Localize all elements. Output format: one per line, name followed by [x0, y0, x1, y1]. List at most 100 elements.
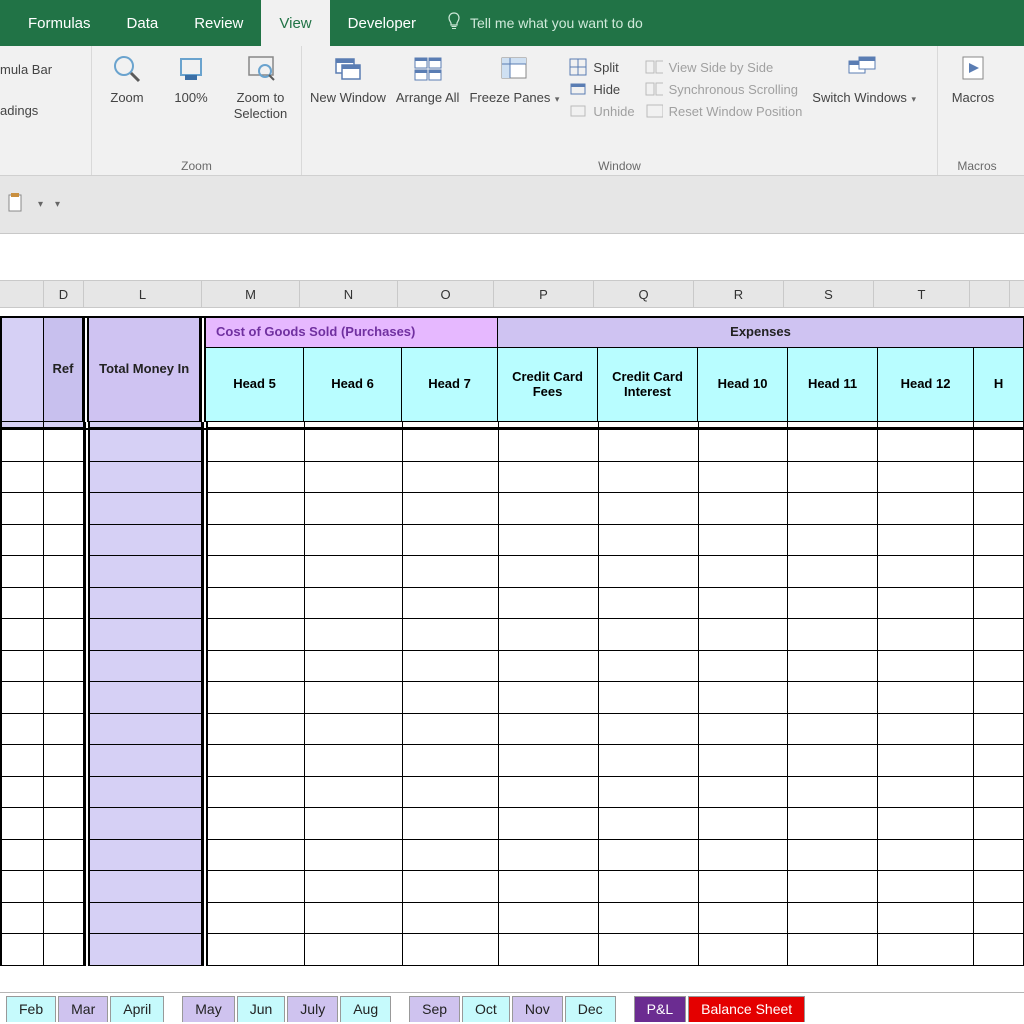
table-row[interactable] [0, 588, 1024, 620]
column-headers[interactable]: DLMNOPQRST [0, 280, 1024, 308]
chevron-down-icon: ▾ [909, 94, 916, 104]
hide-button[interactable]: Hide [569, 80, 634, 98]
sheet-tab[interactable]: Sep [409, 996, 460, 1022]
table-row[interactable] [0, 745, 1024, 777]
unhide-button: Unhide [569, 102, 634, 120]
split-button[interactable]: Split [569, 58, 634, 76]
column-header[interactable] [970, 281, 1010, 307]
formula-bar-checkbox[interactable]: mula Bar [0, 62, 52, 77]
macros-button[interactable]: Macros [946, 52, 1000, 106]
ribbon: mula Bar adings Zoom 100% [0, 46, 1024, 176]
tab-data[interactable]: Data [109, 0, 177, 46]
table-row[interactable] [0, 525, 1024, 557]
tell-me-search[interactable]: Tell me what you want to do [434, 12, 643, 35]
table-row[interactable] [0, 619, 1024, 651]
table-row[interactable] [0, 808, 1024, 840]
zoom-100-button[interactable]: 100% [164, 52, 218, 106]
column-header[interactable]: L [84, 281, 202, 307]
macros-icon [956, 52, 990, 86]
table-row[interactable] [0, 462, 1024, 494]
side-by-side-icon [645, 58, 663, 76]
sheet-tab[interactable]: Mar [58, 996, 108, 1022]
table-row[interactable] [0, 430, 1024, 462]
expense-column-header: Credit Card Interest [598, 348, 698, 422]
zoom-selection-label: Zoom to Selection [228, 90, 293, 121]
sheet-tab[interactable]: July [287, 996, 338, 1022]
chevron-down-icon[interactable]: ▾ [38, 199, 43, 210]
table-row[interactable] [0, 556, 1024, 588]
sheet-tabs[interactable]: FebMarApril MayJunJulyAug SepOctNovDec P&LB… [0, 992, 1024, 1024]
table-row[interactable] [0, 840, 1024, 872]
expense-column-header: H [974, 348, 1024, 422]
group-show: mula Bar adings [0, 46, 92, 175]
total-money-in-header: Total Money In [89, 318, 200, 422]
column-header[interactable]: M [202, 281, 300, 307]
table-row[interactable] [0, 903, 1024, 935]
group-window: New Window Arrange All Freeze Panes ▾ Sp… [302, 46, 938, 175]
sheet-tab[interactable]: Feb [6, 996, 56, 1022]
unhide-icon [569, 102, 587, 120]
tab-review[interactable]: Review [176, 0, 261, 46]
table-header-row-1: Ref Total Money In Cost of Goods Sold (P… [0, 316, 1024, 422]
column-header[interactable]: R [694, 281, 784, 307]
expenses-header: Expenses [498, 318, 1024, 348]
table-row[interactable] [0, 651, 1024, 683]
view-side-by-side-button: View Side by Side [645, 58, 803, 76]
sheet-tab[interactable]: May [182, 996, 234, 1022]
switch-windows-button[interactable]: Switch Windows ▾ [812, 52, 916, 106]
reset-pos-icon [645, 102, 663, 120]
spreadsheet-area[interactable]: DLMNOPQRST Ref Total Money In Cost of Go… [0, 234, 1024, 1024]
freeze-panes-button[interactable]: Freeze Panes ▾ [469, 52, 559, 106]
table-row[interactable] [0, 934, 1024, 966]
sheet-tab[interactable]: Aug [340, 996, 391, 1022]
column-header[interactable] [0, 281, 44, 307]
macros-label: Macros [952, 90, 995, 106]
sheet-tab[interactable]: Jun [237, 996, 286, 1022]
new-window-button[interactable]: New Window [310, 52, 386, 106]
table-row[interactable] [0, 871, 1024, 903]
quick-access-strip: ▾ ▾ [0, 176, 1024, 234]
zoom-icon [110, 52, 144, 86]
hide-icon [569, 80, 587, 98]
expense-column-header: Head 12 [878, 348, 974, 422]
sheet-tab[interactable]: Dec [565, 996, 616, 1022]
sheet-tab[interactable]: April [110, 996, 164, 1022]
qat-customize-icon[interactable]: ▾ [55, 199, 60, 210]
group-macros: Macros Macros [938, 46, 1016, 175]
column-header[interactable]: O [398, 281, 494, 307]
sheet-tab[interactable]: Oct [462, 996, 510, 1022]
cogs-column-header: Head 5 [206, 348, 304, 422]
zoom-button[interactable]: Zoom [100, 52, 154, 106]
freeze-panes-label: Freeze Panes ▾ [469, 90, 559, 106]
table-row[interactable] [0, 777, 1024, 809]
arrange-all-label: Arrange All [396, 90, 460, 106]
column-header[interactable]: P [494, 281, 594, 307]
column-header[interactable]: D [44, 281, 84, 307]
column-header[interactable]: T [874, 281, 970, 307]
table-row[interactable] [0, 493, 1024, 525]
headings-checkbox[interactable]: adings [0, 103, 38, 118]
zoom-100-icon [174, 52, 208, 86]
zoom-to-selection-button[interactable]: Zoom to Selection [228, 52, 293, 121]
column-header[interactable]: S [784, 281, 874, 307]
sheet-tab[interactable]: P&L [634, 996, 686, 1022]
tab-formulas[interactable]: Formulas [10, 0, 109, 46]
tab-developer[interactable]: Developer [330, 0, 434, 46]
group-macros-label: Macros [946, 157, 1008, 173]
ref-header: Ref [44, 318, 84, 422]
cogs-header: Cost of Goods Sold (Purchases) [206, 318, 498, 348]
arrange-all-icon [411, 52, 445, 86]
sheet-tab[interactable]: Nov [512, 996, 563, 1022]
tab-view[interactable]: View [261, 0, 329, 46]
column-header[interactable]: N [300, 281, 398, 307]
switch-windows-icon [847, 52, 881, 86]
table-row[interactable] [0, 714, 1024, 746]
zoom-label: Zoom [110, 90, 143, 106]
freeze-panes-icon [497, 52, 531, 86]
sheet-tab[interactable]: Balance Sheet [688, 996, 805, 1022]
column-header[interactable]: Q [594, 281, 694, 307]
arrange-all-button[interactable]: Arrange All [396, 52, 460, 106]
paste-dropdown-icon[interactable] [6, 192, 26, 217]
table-row[interactable] [0, 682, 1024, 714]
lightbulb-icon [446, 12, 462, 35]
